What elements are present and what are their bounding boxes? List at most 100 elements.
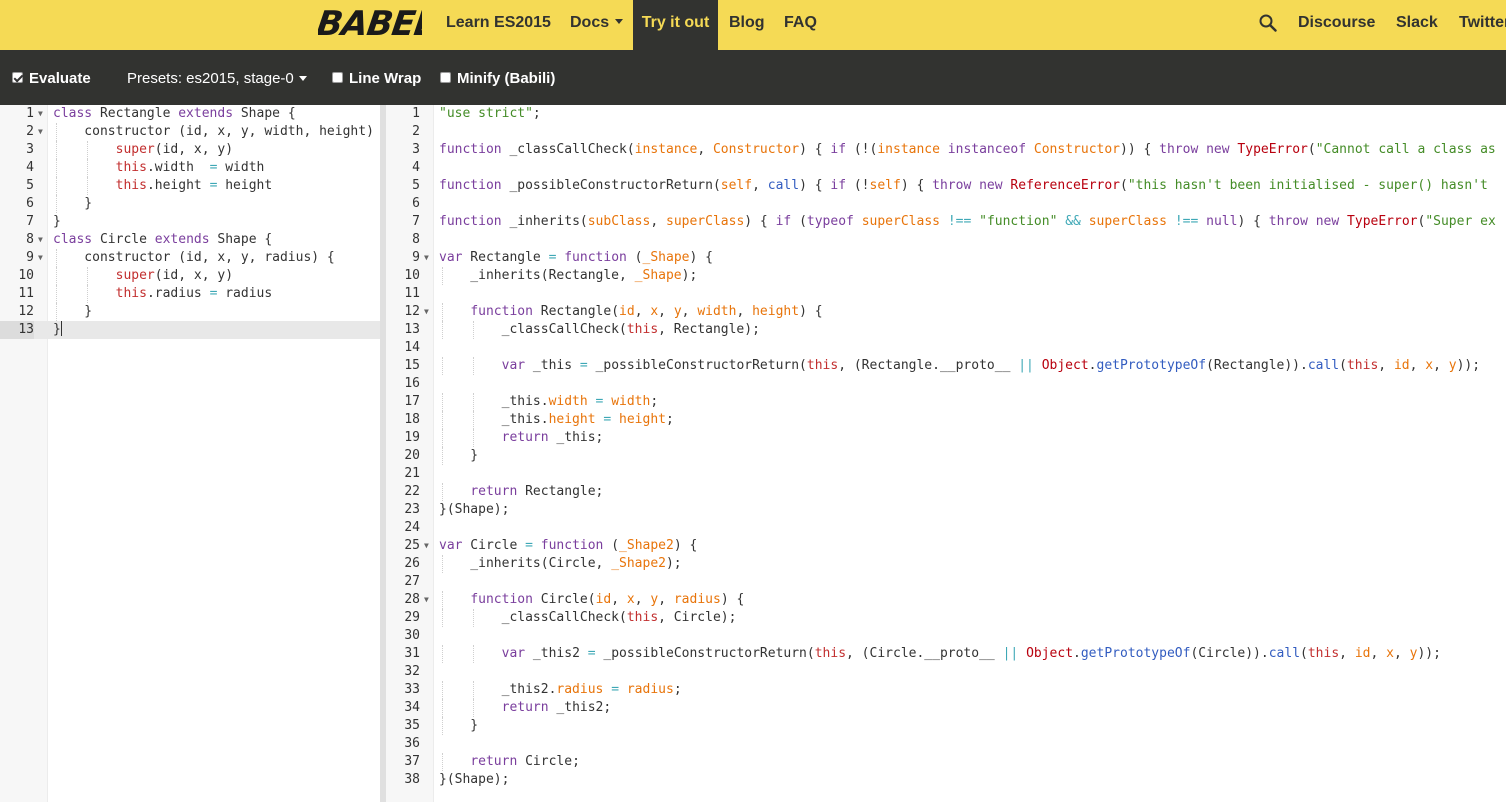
top-navbar: BABEL Learn ES2015 Docs Try it out Blog …	[0, 0, 1506, 50]
chevron-down-icon	[298, 75, 307, 81]
line-wrap-checkbox[interactable]	[332, 72, 343, 83]
code-line[interactable]: 12 }	[0, 303, 380, 321]
code-text: var _this2 = _possibleConstructorReturn(…	[501, 646, 1441, 661]
fold-arrow-icon[interactable]: ▼	[424, 537, 429, 555]
code-line[interactable]: 9 ▼ constructor (id, x, y, radius) {	[0, 249, 380, 267]
code-line[interactable]: 11 this.radius = radius	[0, 285, 380, 303]
code-line[interactable]: 6	[386, 195, 1506, 213]
code-text: var Rectangle = function (_Shape) {	[439, 250, 713, 265]
code-line[interactable]: 4 this.width = width	[0, 159, 380, 177]
code-line[interactable]: 31 var _this2 = _possibleConstructorRetu…	[386, 645, 1506, 663]
search-icon[interactable]	[1259, 14, 1277, 32]
evaluate-toggle[interactable]: Evaluate	[12, 50, 91, 105]
presets-dropdown[interactable]: Presets: es2015, stage-0	[127, 50, 307, 105]
code-line[interactable]: 32	[386, 663, 1506, 681]
line-wrap-toggle[interactable]: Line Wrap	[332, 50, 421, 105]
code-line[interactable]: 24	[386, 519, 1506, 537]
code-line[interactable]: 35 }	[386, 717, 1506, 735]
fold-arrow-icon[interactable]: ▼	[424, 591, 429, 609]
code-line[interactable]: 8 ▼ class Circle extends Shape {	[0, 231, 380, 249]
nav-discourse[interactable]: Discourse	[1298, 0, 1375, 50]
code-line[interactable]: 37 return Circle;	[386, 753, 1506, 771]
code-line[interactable]: 5 function _possibleConstructorReturn(sel…	[386, 177, 1506, 195]
line-number: 31	[404, 646, 420, 661]
code-line[interactable]: 8	[386, 231, 1506, 249]
code-line[interactable]: 33 _this2.radius = radius;	[386, 681, 1506, 699]
code-line[interactable]: 3 super(id, x, y)	[0, 141, 380, 159]
code-line[interactable]: 2	[386, 123, 1506, 141]
fold-arrow-icon[interactable]: ▼	[38, 123, 43, 141]
code-line[interactable]: 23}(Shape);	[386, 501, 1506, 519]
nav-docs[interactable]: Docs	[570, 0, 624, 50]
code-line[interactable]: 6 }	[0, 195, 380, 213]
fold-arrow-icon[interactable]: ▼	[424, 303, 429, 321]
code-line[interactable]: 5 this.height = height	[0, 177, 380, 195]
code-line[interactable]: 38}(Shape);	[386, 771, 1506, 789]
code-line[interactable]: 26 _inherits(Circle, _Shape2);	[386, 555, 1506, 573]
code-line[interactable]: 30	[386, 627, 1506, 645]
code-line[interactable]: 2 ▼ constructor (id, x, y, width, height)…	[0, 123, 380, 141]
code-line[interactable]: 22 return Rectangle;	[386, 483, 1506, 501]
code-line[interactable]: 17 _this.width = width;	[386, 393, 1506, 411]
code-line[interactable]: 10 _inherits(Rectangle, _Shape);	[386, 267, 1506, 285]
code-text: class Circle extends Shape {	[53, 232, 273, 247]
fold-arrow-icon[interactable]: ▼	[38, 105, 43, 123]
code-line[interactable]: 10 super(id, x, y)	[0, 267, 380, 285]
babel-logo[interactable]: BABEL	[318, 2, 422, 46]
output-code-area[interactable]: 1 "use strict"; 2 3 function _classCallCheck…	[386, 105, 1506, 802]
line-number: 15	[404, 358, 420, 373]
output-editor[interactable]: 1 "use strict"; 2 3 function _classCallCheck…	[386, 105, 1506, 802]
code-line[interactable]: 9 ▼ var Rectangle = function (_Shape) {	[386, 249, 1506, 267]
code-line[interactable]: 13 _classCallCheck(this, Rectangle);	[386, 321, 1506, 339]
code-text: _inherits(Circle, _Shape2);	[439, 556, 682, 571]
nav-twitter[interactable]: Twitter	[1459, 0, 1506, 50]
code-line[interactable]: 7}	[0, 213, 380, 231]
code-line[interactable]: 13}	[0, 321, 380, 339]
code-line[interactable]: 14	[386, 339, 1506, 357]
line-number: 9	[412, 250, 420, 265]
line-number: 19	[404, 430, 420, 445]
code-line[interactable]: 15 var _this = _possibleConstructorRetur…	[386, 357, 1506, 375]
fold-arrow-icon[interactable]: ▼	[38, 249, 43, 267]
code-line[interactable]: 25 ▼ var Circle = function (_Shape2) {	[386, 537, 1506, 555]
code-line[interactable]: 12 ▼ function Rectangle(id, x, y, width, …	[386, 303, 1506, 321]
input-code-area[interactable]: 1 ▼ class Rectangle extends Shape {2 ▼ cons…	[0, 105, 380, 802]
minify-toggle[interactable]: Minify (Babili)	[440, 50, 555, 105]
code-line[interactable]: 7 function _inherits(subClass, superClass…	[386, 213, 1506, 231]
code-line[interactable]: 19 return _this;	[386, 429, 1506, 447]
line-number: 6	[412, 196, 420, 211]
code-line[interactable]: 28 ▼ function Circle(id, x, y, radius) {	[386, 591, 1506, 609]
line-number: 7	[26, 214, 34, 229]
input-editor[interactable]: 1 ▼ class Rectangle extends Shape {2 ▼ cons…	[0, 105, 380, 802]
code-line[interactable]: 1 ▼ class Rectangle extends Shape {	[0, 105, 380, 123]
line-number: 8	[412, 232, 420, 247]
code-line[interactable]: 21	[386, 465, 1506, 483]
nav-try-it-out[interactable]: Try it out	[633, 0, 718, 50]
code-line[interactable]: 34 return _this2;	[386, 699, 1506, 717]
fold-arrow-icon[interactable]: ▼	[424, 249, 429, 267]
code-text: this.height = height	[115, 178, 273, 193]
code-line[interactable]: 3 function _classCallCheck(instance, Cons…	[386, 141, 1506, 159]
code-text: }	[439, 718, 479, 733]
line-wrap-label: Line Wrap	[349, 70, 422, 87]
code-line[interactable]: 11	[386, 285, 1506, 303]
code-line[interactable]: 36	[386, 735, 1506, 753]
nav-faq[interactable]: FAQ	[784, 0, 817, 50]
code-line[interactable]: 20 }	[386, 447, 1506, 465]
code-text: return _this2;	[501, 700, 612, 715]
minify-checkbox[interactable]	[440, 72, 451, 83]
fold-arrow-icon[interactable]: ▼	[38, 231, 43, 249]
code-line[interactable]: 18 _this.height = height;	[386, 411, 1506, 429]
code-line[interactable]: 29 _classCallCheck(this, Circle);	[386, 609, 1506, 627]
nav-learn-es2015[interactable]: Learn ES2015	[446, 0, 551, 50]
nav-slack[interactable]: Slack	[1396, 0, 1438, 50]
code-line[interactable]: 16	[386, 375, 1506, 393]
evaluate-checkbox[interactable]	[12, 72, 23, 83]
code-text: }(Shape);	[439, 502, 510, 517]
code-line[interactable]: 27	[386, 573, 1506, 591]
code-line[interactable]: 4	[386, 159, 1506, 177]
code-text: constructor (id, x, y, radius) {	[53, 250, 335, 265]
code-text: function _classCallCheck(instance, Const…	[439, 142, 1496, 157]
code-line[interactable]: 1 "use strict";	[386, 105, 1506, 123]
nav-blog[interactable]: Blog	[729, 0, 765, 50]
